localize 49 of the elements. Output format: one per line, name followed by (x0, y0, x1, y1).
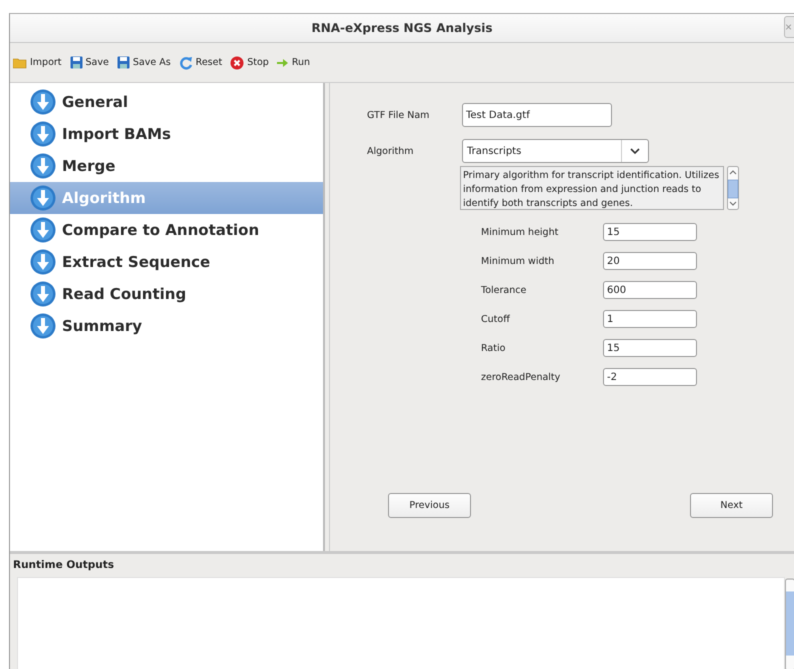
field-label: GTF File Nam (367, 110, 430, 120)
down-arrow-icon (30, 281, 56, 307)
toolbar-button[interactable]: Save As (116, 56, 172, 69)
down-arrow-icon (30, 153, 56, 179)
folder-icon (13, 56, 27, 68)
step-item[interactable]: Compare to Annotation (10, 214, 323, 246)
previous-button[interactable]: Previous (388, 493, 471, 518)
scrollbar[interactable] (727, 166, 739, 210)
window-title: RNA-eXpress NGS Analysis (311, 21, 493, 35)
toolbar-button[interactable]: Reset (178, 56, 224, 70)
step-item[interactable]: General (10, 86, 323, 118)
param-label: Cutoff (481, 314, 511, 324)
algorithm-dropdown[interactable]: Transcripts (462, 139, 649, 163)
param-label: Ratio (481, 342, 506, 354)
gtf-file-field[interactable]: Test Data.gtf (462, 103, 612, 127)
param-field[interactable]: 15 (603, 223, 697, 241)
param-label: Minimum height (481, 226, 560, 238)
toolbar-button[interactable]: Import (12, 56, 63, 68)
field-label: Algorithm (367, 146, 415, 156)
down-arrow-icon (30, 185, 56, 211)
caret-icon (630, 148, 640, 154)
section-title: Runtime Outputs (12, 558, 116, 573)
step-item[interactable]: Import BAMs (10, 118, 323, 150)
step-item[interactable]: Merge (10, 150, 323, 182)
param-field[interactable]: 15 (603, 339, 697, 357)
down-arrow-icon (30, 89, 56, 115)
param-label: Tolerance (481, 284, 528, 296)
next-button[interactable]: Next (690, 493, 773, 518)
param-label: Minimum width (481, 256, 556, 266)
step-item[interactable]: Summary (10, 310, 323, 342)
param-label: zeroReadPenalty (481, 372, 562, 382)
down-arrow-icon (30, 249, 56, 275)
toolbar-button[interactable]: Stop (229, 56, 270, 70)
down-arrow-icon (30, 313, 56, 339)
down-arrow-icon (30, 217, 56, 243)
param-field[interactable]: 20 (603, 252, 697, 270)
scrollbar[interactable] (785, 577, 794, 669)
toolbar-button[interactable]: Run (276, 57, 312, 68)
toolbar-button[interactable]: Save (68, 56, 110, 69)
down-arrow-icon (30, 121, 56, 147)
param-field[interactable]: -2 (603, 368, 697, 386)
step-item[interactable]: Read Counting (10, 278, 323, 310)
refresh-icon (178, 56, 193, 70)
param-field[interactable]: 1 (603, 310, 697, 328)
step-item[interactable]: Extract Sequence (10, 246, 323, 278)
stop-icon (230, 56, 244, 70)
param-field[interactable]: 600 (603, 281, 697, 299)
description-text: Primary algorithm for transcript identification. Utilizes information from expression and junction reads to identify both transcripts and genes. (460, 166, 724, 210)
arrow-icon (276, 58, 289, 68)
